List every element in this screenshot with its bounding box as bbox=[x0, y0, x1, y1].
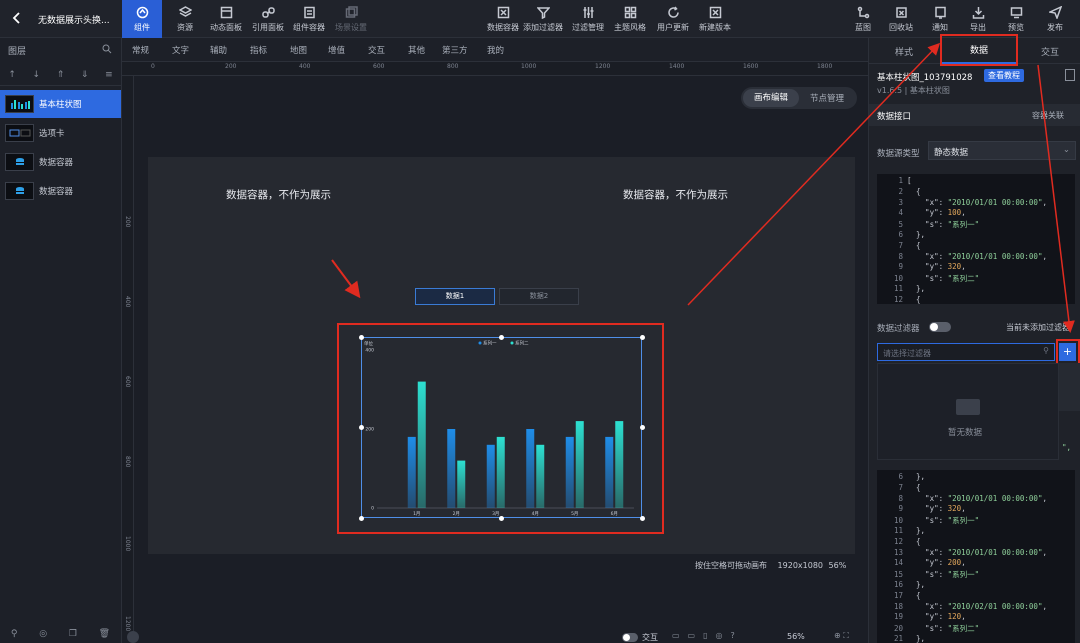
arrow-to-chart bbox=[331, 259, 361, 299]
arrow-to-data-tab bbox=[687, 42, 941, 306]
arrow-to-add-filter bbox=[1037, 64, 1075, 333]
annotation-arrows bbox=[331, 42, 1075, 333]
